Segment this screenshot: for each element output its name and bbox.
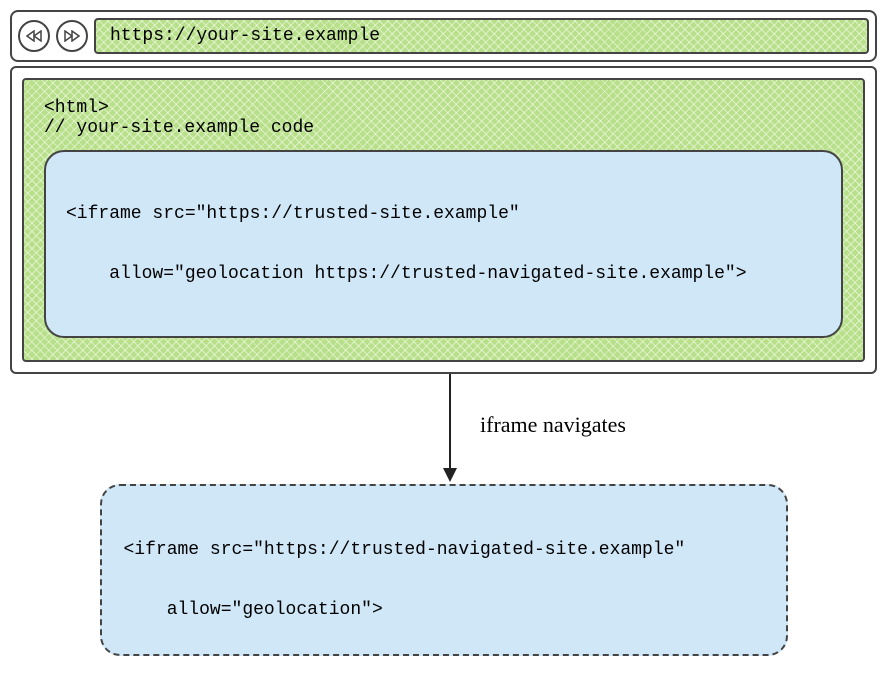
- arrow-down-icon: [440, 374, 460, 484]
- address-bar[interactable]: https://your-site.example: [94, 18, 869, 54]
- browser-toolbar: https://your-site.example: [18, 18, 869, 54]
- iframe-original: <iframe src="https://trusted-site.exampl…: [44, 150, 843, 338]
- arrow-label: iframe navigates: [480, 412, 626, 438]
- browser-toolbar-frame: https://your-site.example: [10, 10, 877, 62]
- iframe-navigated: <iframe src="https://trusted-navigated-s…: [100, 484, 788, 656]
- rewind-icon: [26, 30, 42, 42]
- browser-viewport: <html> // your-site.example code <iframe…: [10, 66, 877, 374]
- navigated-allow-line: allow="geolocation">: [124, 600, 764, 620]
- forward-button[interactable]: [56, 20, 88, 52]
- back-button[interactable]: [18, 20, 50, 52]
- top-level-page: <html> // your-site.example code <iframe…: [22, 78, 865, 362]
- fastforward-icon: [64, 30, 80, 42]
- address-url: https://your-site.example: [110, 26, 380, 46]
- page-comment: // your-site.example code: [44, 118, 843, 138]
- html-tag: <html>: [44, 98, 843, 118]
- iframe-allow-line: allow="geolocation https://trusted-navig…: [66, 264, 821, 284]
- navigated-src-line: <iframe src="https://trusted-navigated-s…: [124, 540, 764, 560]
- iframe-src-line: <iframe src="https://trusted-site.exampl…: [66, 204, 821, 224]
- arrow-area: iframe navigates: [10, 374, 877, 484]
